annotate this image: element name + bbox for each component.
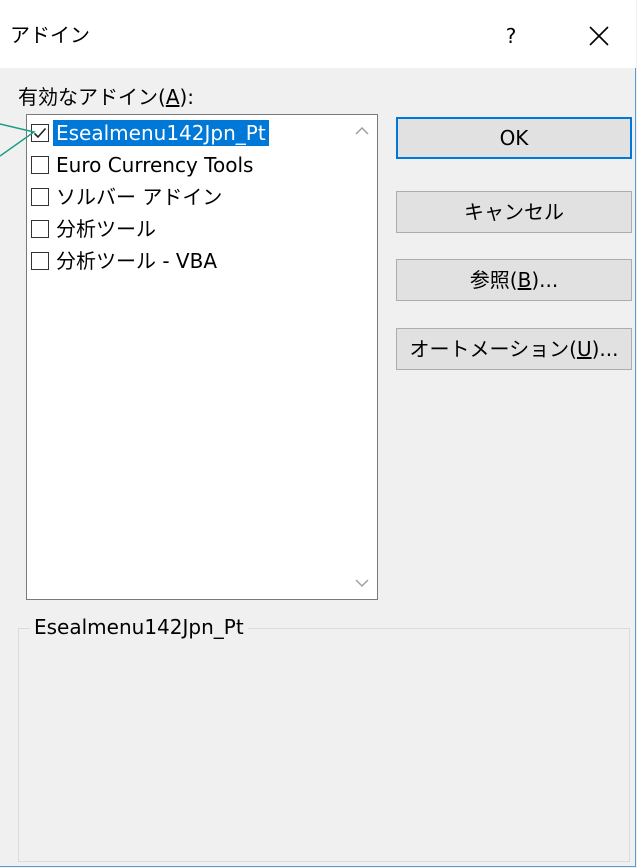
chevron-up-icon	[355, 126, 369, 135]
addin-label: Euro Currency Tools	[56, 153, 254, 177]
addins-dialog: アドイン ? 有効なアドイン(A): Esealmenu142Jpn_Pt Eu…	[0, 0, 636, 867]
addin-checkbox[interactable]	[31, 188, 49, 206]
list-item[interactable]: ソルバー アドイン	[31, 183, 225, 211]
available-addins-label: 有効なアドイン(A):	[18, 85, 195, 109]
addin-checkbox[interactable]	[31, 220, 49, 238]
addin-label: 分析ツール	[56, 217, 156, 241]
list-item[interactable]: 分析ツール	[31, 215, 159, 243]
list-item[interactable]: Esealmenu142Jpn_Pt	[31, 119, 269, 147]
addin-label: ソルバー アドイン	[56, 185, 223, 209]
list-item[interactable]: 分析ツール - VBA	[31, 247, 220, 275]
browse-button[interactable]: 参照(B)...	[396, 259, 632, 301]
callout-pointer-icon	[0, 123, 36, 157]
close-button[interactable]	[572, 14, 626, 58]
addins-listbox[interactable]: Esealmenu142Jpn_Pt Euro Currency Tools ソ…	[26, 114, 378, 600]
automation-button[interactable]: オートメーション(U)...	[396, 328, 632, 370]
addin-label: Esealmenu142Jpn_Pt	[53, 120, 269, 146]
cancel-button[interactable]: キャンセル	[396, 191, 632, 233]
title-bar: アドイン ?	[0, 0, 636, 68]
chevron-down-icon	[355, 579, 369, 588]
addin-label: 分析ツール - VBA	[56, 249, 218, 273]
close-icon	[589, 26, 609, 46]
ok-button[interactable]: OK	[396, 117, 632, 159]
help-button[interactable]: ?	[486, 14, 536, 58]
list-item[interactable]: Euro Currency Tools	[31, 151, 256, 179]
addin-checkbox[interactable]	[31, 252, 49, 270]
description-legend: Esealmenu142Jpn_Pt	[30, 614, 248, 640]
description-groupbox	[18, 628, 630, 862]
dialog-title: アドイン	[10, 23, 90, 47]
scroll-up-button[interactable]	[349, 119, 375, 143]
scroll-down-button[interactable]	[349, 571, 375, 595]
